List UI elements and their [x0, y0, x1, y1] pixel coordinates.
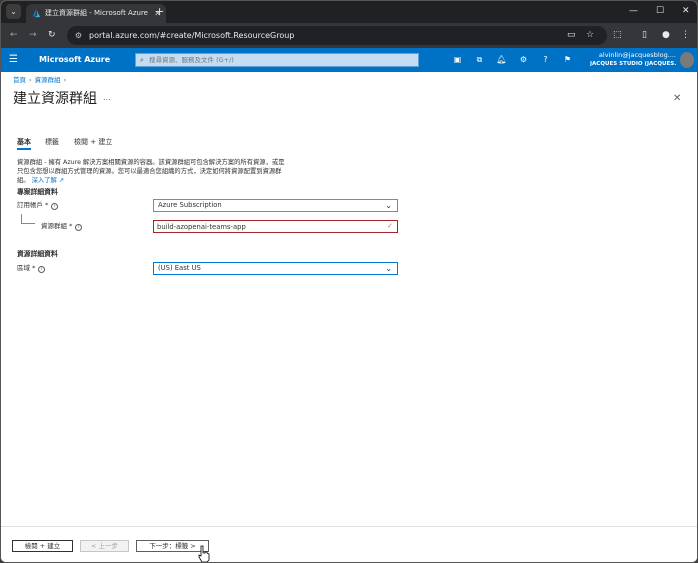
browser-toolbar: ← → ↻ ⚙ portal.azure.com/#create/Microso… — [1, 23, 697, 48]
avatar[interactable] — [680, 52, 694, 68]
profile-icon[interactable]: ● — [662, 29, 670, 41]
region-select[interactable]: (US) East US ⌄ — [153, 262, 398, 275]
close-window-icon[interactable]: ✕ — [682, 4, 690, 19]
browser-window: ⌄ 建立資源群組 - Microsoft Azure ✕ + — ☐ ✕ ← →… — [0, 0, 698, 563]
subscription-select[interactable]: Azure Subscription ⌄ — [153, 199, 398, 212]
hamburger-menu-icon[interactable]: ☰ — [9, 52, 18, 68]
site-settings-icon[interactable]: ⚙ — [73, 30, 84, 41]
hand-pointer-icon — [198, 545, 210, 562]
notifications-bell-icon[interactable]: 🔔︎ — [495, 53, 508, 66]
browser-tab[interactable]: 建立資源群組 - Microsoft Azure ✕ — [26, 4, 166, 23]
forward-icon[interactable]: → — [29, 29, 37, 41]
reload-icon[interactable]: ↻ — [48, 29, 56, 41]
learn-more-link[interactable]: 深入了解 ↗ — [32, 177, 64, 184]
new-tab-button[interactable]: + — [155, 4, 164, 19]
feedback-icon[interactable]: ⚑ — [561, 53, 574, 66]
azure-brand[interactable]: Microsoft Azure — [39, 48, 110, 72]
user-name: alvinlin@jacquesblog.... — [598, 51, 676, 59]
close-blade-icon[interactable]: ✕ — [673, 93, 681, 105]
region-value: (US) East US — [158, 264, 201, 272]
page-title: 建立資源群組 — [13, 91, 97, 107]
resource-group-label: 資源群組 * i — [41, 221, 83, 231]
main-content: 首頁 › 資源群組 › 建立資源群組 ... ✕ 基本 標籤 檢閱 + 建立 資源群組… — [1, 72, 697, 562]
tab-review-create[interactable]: 檢閱 + 建立 — [74, 136, 112, 148]
chevron-down-icon: ⌄ — [385, 264, 392, 273]
region-label: 區域 * i — [17, 263, 46, 273]
tab-strip: ⌄ 建立資源群組 - Microsoft Azure ✕ + — ☐ ✕ — [1, 1, 697, 23]
previous-button[interactable]: < 上一步 — [80, 540, 129, 552]
minimize-icon[interactable]: — — [629, 4, 638, 19]
chevron-right-icon: › — [29, 76, 32, 84]
cloud-shell-icon[interactable]: ▣ — [451, 53, 464, 66]
region-label-text: 區域 * — [17, 264, 36, 272]
info-icon[interactable]: i — [75, 224, 83, 231]
review-create-button[interactable]: 檢閱 + 建立 — [12, 540, 73, 552]
tab-search-button[interactable]: ⌄ — [6, 4, 21, 19]
breadcrumb-resource-groups[interactable]: 資源群組 — [35, 76, 61, 84]
back-icon[interactable]: ← — [10, 29, 18, 41]
tab-title: 建立資源群組 - Microsoft Azure — [45, 9, 148, 17]
subscription-label: 訂用帳戶 * i — [17, 200, 59, 210]
tab-basics[interactable]: 基本 — [17, 136, 31, 150]
azure-logo-icon — [32, 9, 41, 18]
address-bar[interactable]: ⚙ portal.azure.com/#create/Microsoft.Res… — [67, 26, 607, 45]
subscription-label-text: 訂用帳戶 * — [17, 201, 49, 209]
checkmark-icon: ✓ — [387, 222, 393, 230]
wizard-footer: 檢閱 + 建立 < 上一步 下一步：標籤 > — [1, 526, 697, 562]
tree-connector — [21, 214, 35, 224]
url-text: portal.azure.com/#create/Microsoft.Resou… — [89, 31, 295, 40]
resource-group-label-text: 資源群組 * — [41, 222, 73, 230]
resource-details-heading: 資源詳細資料 — [17, 250, 58, 258]
info-icon[interactable]: i — [38, 266, 46, 273]
side-panel-icon[interactable]: ▯ — [642, 29, 647, 41]
info-icon[interactable]: i — [51, 203, 59, 210]
menu-icon[interactable]: ⋮ — [681, 29, 690, 41]
azure-header: ☰ Microsoft Azure ⌕ ▣ ⧉ 🔔︎ ⚙ ? ⚑ alvinli… — [1, 48, 697, 72]
extensions-icon[interactable]: ⬚ — [613, 29, 622, 41]
more-options-icon[interactable]: ... — [103, 93, 111, 103]
search-input[interactable] — [149, 54, 414, 66]
global-search[interactable]: ⌕ — [135, 53, 419, 67]
directory-filter-icon[interactable]: ⧉ — [473, 53, 486, 66]
chevron-right-icon: › — [63, 76, 67, 84]
maximize-icon[interactable]: ☐ — [656, 4, 664, 19]
settings-gear-icon[interactable]: ⚙ — [517, 53, 530, 66]
cast-icon[interactable]: ▭ — [567, 29, 576, 41]
breadcrumb-home[interactable]: 首頁 — [13, 76, 26, 84]
help-icon[interactable]: ? — [539, 53, 552, 66]
chevron-down-icon: ⌄ — [10, 7, 17, 16]
search-icon: ⌕ — [140, 56, 144, 64]
project-details-heading: 專案詳細資料 — [17, 188, 58, 196]
bookmark-star-icon[interactable]: ☆ — [586, 29, 594, 41]
breadcrumb: 首頁 › 資源群組 › — [13, 75, 69, 85]
user-directory: JACQUES STUDIO (JACQUES... — [590, 61, 676, 67]
subscription-value: Azure Subscription — [158, 201, 222, 209]
chevron-down-icon: ⌄ — [385, 201, 392, 210]
tab-tags[interactable]: 標籤 — [45, 136, 59, 148]
resource-group-field[interactable]: ✓ — [153, 220, 398, 233]
resource-group-input[interactable] — [157, 221, 382, 232]
account-info[interactable]: alvinlin@jacquesblog.... JACQUES STUDIO … — [590, 51, 676, 69]
description: 資源群組 - 擁有 Azure 解決方案相關資源的容器。該資源群組可包含解決方案… — [17, 158, 287, 185]
